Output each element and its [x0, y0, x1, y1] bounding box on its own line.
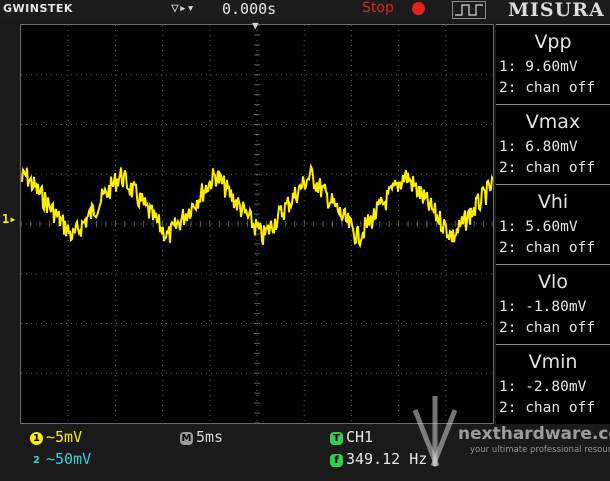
measurement-title: Vmax: [525, 111, 581, 133]
ch1-scale-readout[interactable]: 1 ~5mV: [30, 428, 82, 446]
horizontal-position-readout: 0.000s: [222, 0, 277, 18]
stop-indicator-icon: [412, 2, 425, 15]
timebase-badge-icon: M: [180, 432, 193, 445]
channel1-ground-marker: 1▸: [2, 212, 17, 226]
waveform-display: [20, 24, 494, 424]
measurement-vhi[interactable]: Vhi 1: 5.60mV 2: chan off: [496, 184, 610, 262]
trigger-source-readout[interactable]: T CH1: [330, 428, 373, 446]
measurement-title: Vpp: [534, 31, 572, 53]
measurement-ch2-value: 2: chan off: [499, 320, 596, 336]
measurement-vmin[interactable]: Vmin 1: -2.80mV 2: chan off: [496, 344, 610, 422]
measurement-title: Vlo: [538, 271, 568, 293]
measurement-vpp[interactable]: Vpp 1: 9.60mV 2: chan off: [496, 24, 610, 102]
measurement-ch2-value: 2: chan off: [499, 160, 596, 176]
measurement-ch1-value: 1: 5.60mV: [499, 219, 578, 235]
rising-edge-icon: [452, 1, 486, 19]
measurement-title: Vhi: [537, 191, 569, 213]
trigger-position-marker: ▼: [252, 19, 259, 32]
ch1-badge-icon: 1: [30, 432, 43, 445]
graticule-and-trace: [20, 24, 494, 424]
ch2-scale-readout[interactable]: 2 ~50mV: [30, 450, 91, 468]
section-label: MISURA: [508, 0, 605, 21]
measurement-ch2-value: 2: chan off: [499, 400, 596, 416]
top-status-bar: GWINSTEK ▽▸▾ 0.000s Stop MISURA: [0, 0, 610, 21]
trigger-badge-icon: T: [330, 432, 343, 445]
frequency-badge-icon: f: [330, 454, 343, 467]
run-stop-status: Stop: [362, 0, 394, 16]
ch1-scale-value: ~5mV: [46, 428, 83, 446]
ch2-badge-icon: 2: [33, 455, 40, 466]
ch2-scale-value: ~50mV: [46, 450, 92, 468]
measurement-panel: Vpp 1: 9.60mV 2: chan off Vmax 1: 6.80mV…: [496, 24, 610, 424]
watermark-tagline: your ultimate professional resource: [470, 445, 610, 455]
measurement-ch1-value: 1: 9.60mV: [499, 59, 578, 75]
measurement-ch2-value: 2: chan off: [499, 80, 596, 96]
measurement-ch2-value: 2: chan off: [499, 240, 596, 256]
trigger-arrows-icon: ▽▸▾: [171, 1, 195, 16]
watermark-logo-icon: [412, 396, 458, 467]
brand-logo: GWINSTEK: [3, 2, 73, 15]
trigger-source-value: CH1: [346, 428, 374, 446]
watermark-site-name: nexthardware.com: [458, 424, 610, 444]
timebase-value: 5ms: [196, 428, 224, 446]
measurement-ch1-value: 1: 6.80mV: [499, 139, 578, 155]
measurement-vlo[interactable]: Vlo 1: -1.80mV 2: chan off: [496, 264, 610, 342]
measurement-ch1-value: 1: -2.80mV: [499, 379, 587, 395]
measurement-ch1-value: 1: -1.80mV: [499, 299, 587, 315]
measurement-vmax[interactable]: Vmax 1: 6.80mV 2: chan off: [496, 104, 610, 182]
measurement-title: Vmin: [528, 351, 578, 373]
timebase-readout[interactable]: M 5ms: [180, 428, 223, 446]
